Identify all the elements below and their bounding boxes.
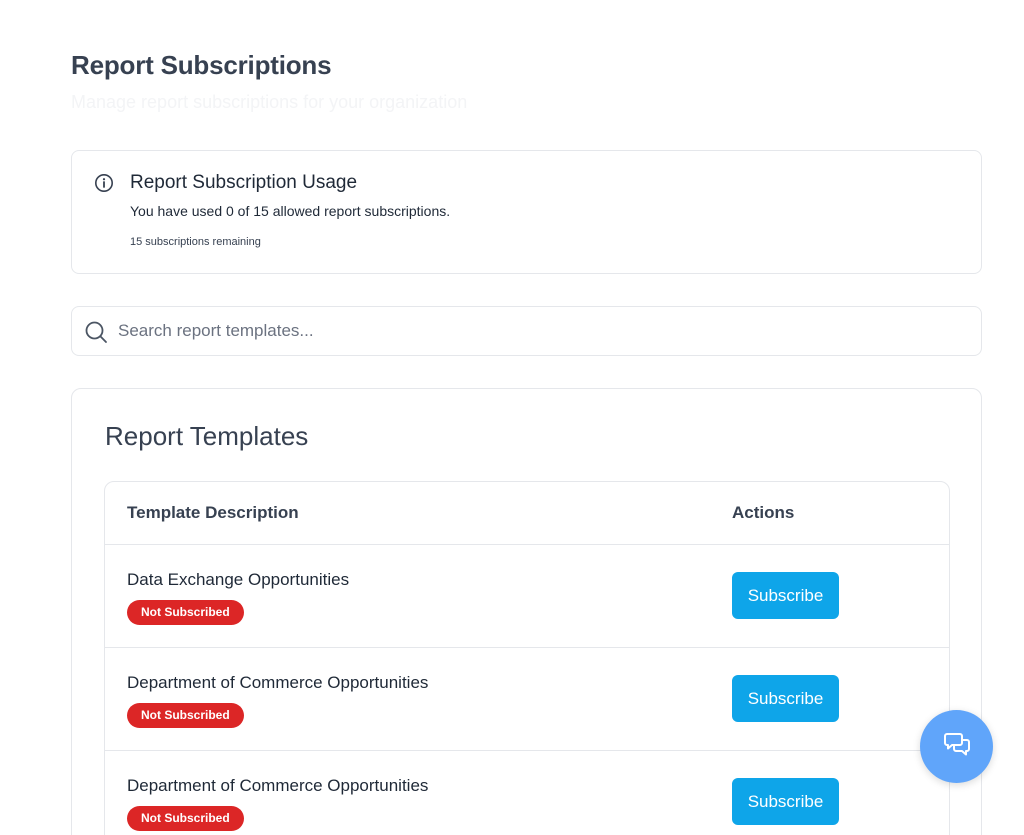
table-row: Department of Commerce Opportunities Not…: [105, 648, 949, 751]
subscribe-button[interactable]: Subscribe: [732, 675, 839, 722]
status-badge: Not Subscribed: [127, 703, 244, 728]
page-subtitle: Manage report subscriptions for your org…: [71, 92, 468, 112]
subscribe-button[interactable]: Subscribe: [732, 572, 839, 619]
subscribe-button[interactable]: Subscribe: [732, 778, 839, 825]
search-icon: [84, 320, 108, 344]
usage-remaining: 15 subscriptions remaining: [130, 236, 261, 248]
search-input[interactable]: [118, 307, 968, 355]
template-name: Department of Commerce Opportunities: [127, 673, 429, 692]
usage-text: You have used 0 of 15 allowed report sub…: [130, 203, 451, 219]
usage-title: Report Subscription Usage: [130, 172, 358, 193]
templates-table: Template Description Actions Data Exchan…: [104, 481, 950, 835]
search-box[interactable]: [71, 306, 982, 356]
chat-icon: [941, 728, 973, 765]
template-name: Data Exchange Opportunities: [127, 570, 350, 589]
template-name: Department of Commerce Opportunities: [127, 776, 429, 795]
table-header: Template Description Actions: [105, 482, 949, 545]
report-subscriptions-page: Report Subscriptions Manage report subsc…: [0, 0, 1024, 835]
status-badge: Not Subscribed: [127, 600, 244, 625]
page-title: Report Subscriptions: [71, 50, 332, 80]
column-header-actions: Actions: [732, 503, 795, 522]
column-header-description: Template Description: [127, 503, 299, 522]
table-row: Data Exchange Opportunities Not Subscrib…: [105, 545, 949, 648]
chat-button[interactable]: [920, 710, 993, 783]
status-badge: Not Subscribed: [127, 806, 244, 831]
report-templates-card: Report Templates Template Description Ac…: [71, 388, 982, 835]
table-row: Department of Commerce Opportunities Not…: [105, 751, 949, 835]
templates-title: Report Templates: [105, 421, 309, 451]
info-icon: [94, 173, 114, 193]
usage-card: Report Subscription Usage You have used …: [71, 150, 982, 274]
